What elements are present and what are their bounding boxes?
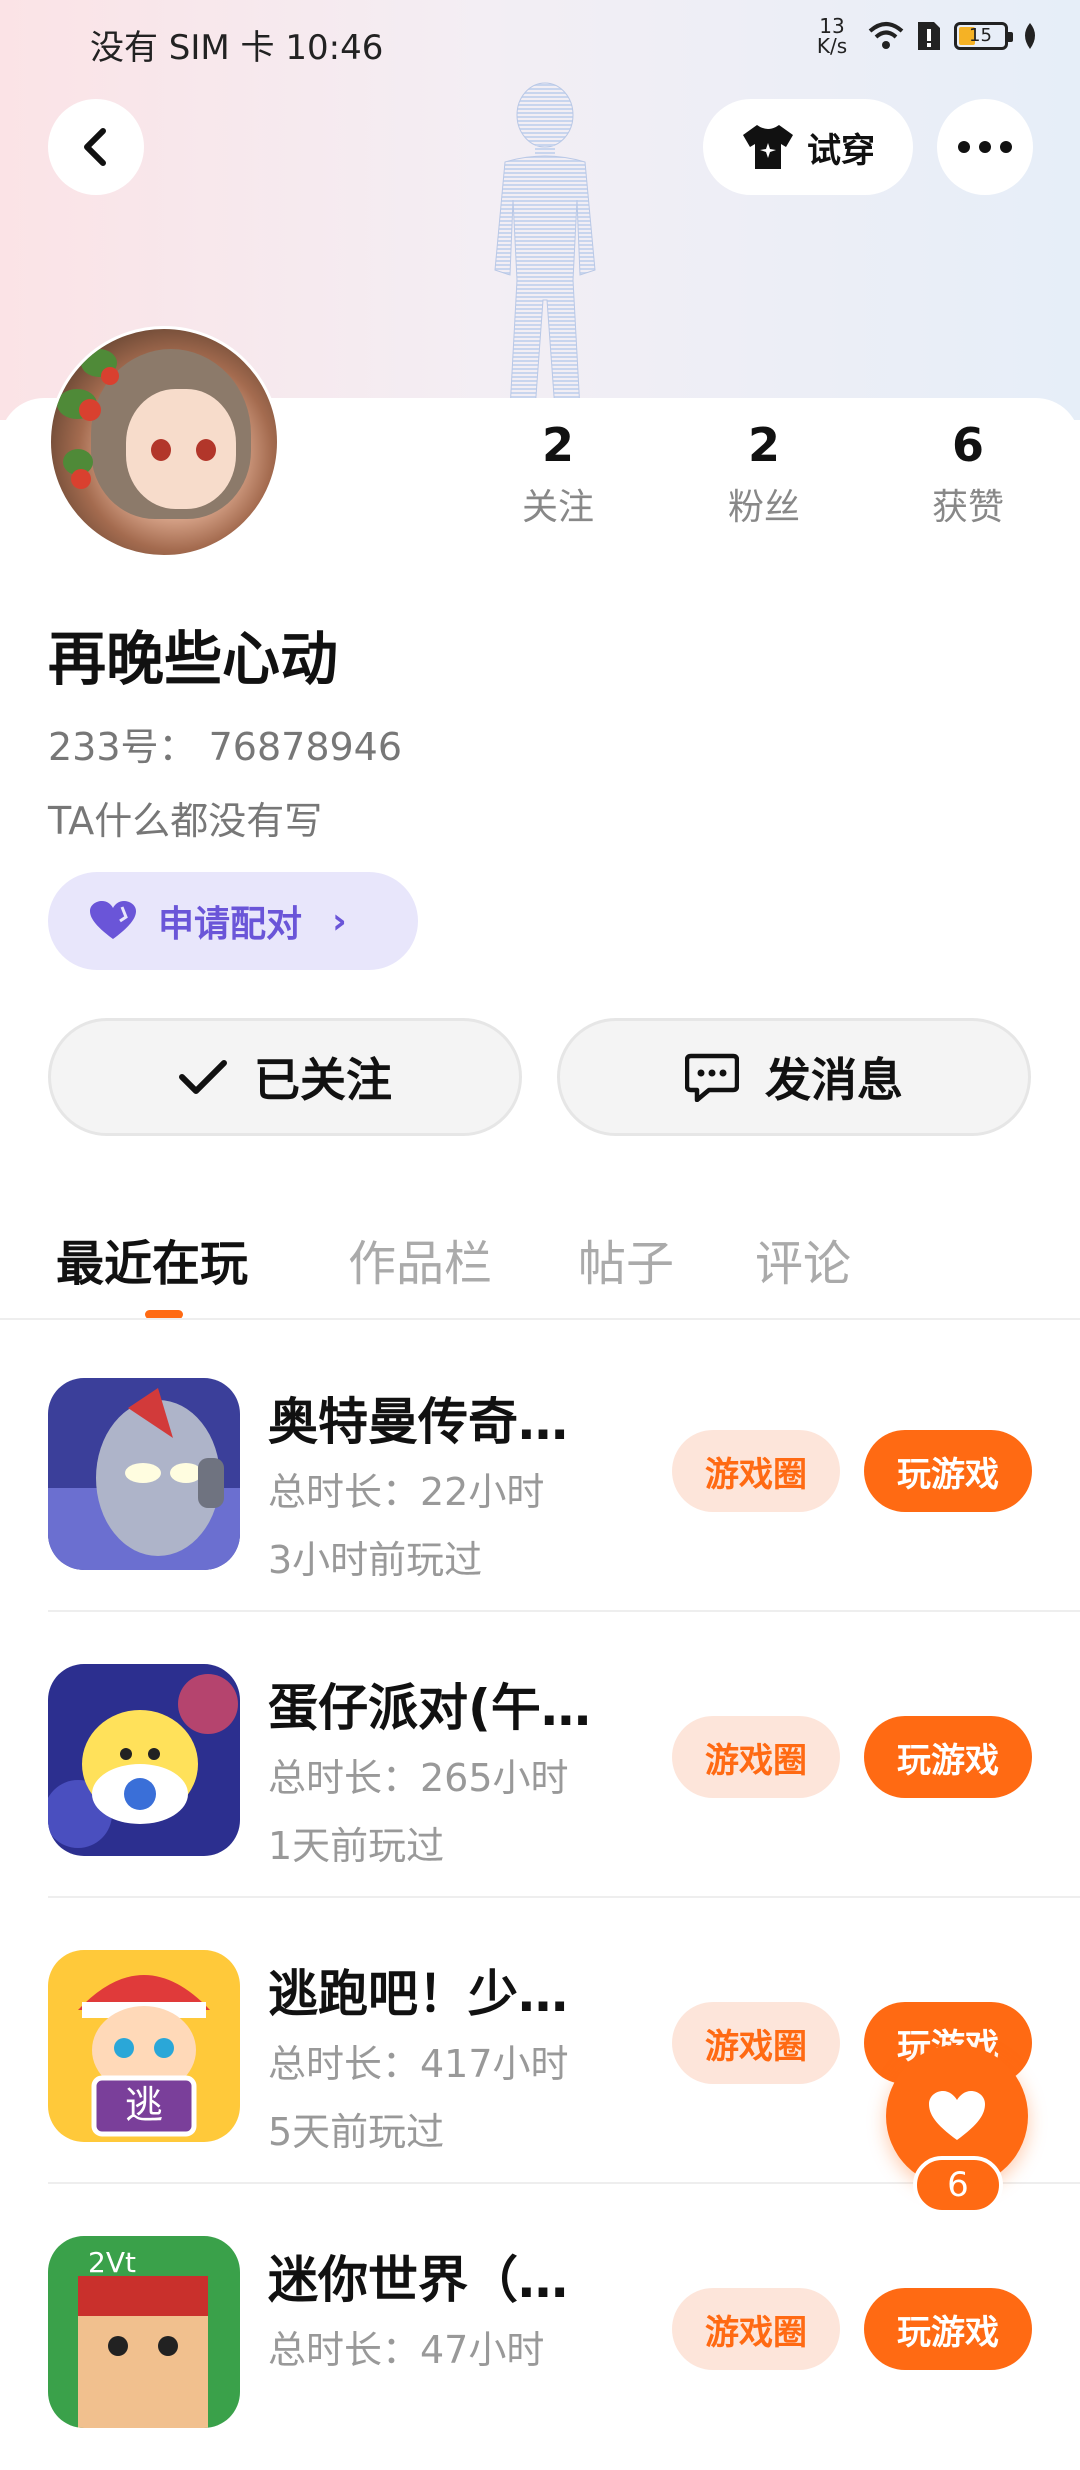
- mini-world-icon: 2Vt: [48, 2236, 240, 2428]
- game-duration: 总时长：22小时: [268, 1470, 545, 1514]
- game-title: 逃跑吧！少…: [268, 1965, 568, 2023]
- game-circle-button[interactable]: 游戏圈: [672, 1716, 840, 1798]
- eggy-party-icon: [48, 1664, 240, 1856]
- tab-comments[interactable]: 评论: [755, 1224, 851, 1294]
- likes-label: 获赞: [931, 487, 1004, 528]
- wifi-icon: [868, 22, 904, 49]
- escape-game-icon: 逃: [48, 1950, 240, 2142]
- avatar-silhouette-figure: [494, 82, 596, 410]
- check-icon: [179, 1060, 227, 1094]
- tab-posts[interactable]: 帖子: [578, 1224, 674, 1294]
- send-message-button[interactable]: 发消息: [557, 1018, 1031, 1136]
- tab-works[interactable]: 作品栏: [348, 1224, 492, 1294]
- game-row[interactable]: 2Vt 迷你世界（… 总时长：47小时 游戏圈 玩游戏: [0, 2184, 1080, 2470]
- game-circle-button[interactable]: 游戏圈: [672, 2288, 840, 2370]
- game-title: 奥特曼传奇…: [268, 1393, 568, 1451]
- profile-nickname: 再晚些心动: [48, 625, 339, 693]
- ultraman-icon: [48, 1378, 240, 1570]
- game-circle-button[interactable]: 游戏圈: [672, 1430, 840, 1512]
- play-game-button[interactable]: 玩游戏: [864, 2288, 1032, 2370]
- stat-followers[interactable]: 2 粉丝: [694, 418, 834, 530]
- game-title: 蛋仔派对(午…: [268, 1679, 591, 1737]
- like-count-badge: 6: [913, 2156, 1003, 2214]
- stat-following[interactable]: 2 关注: [488, 418, 628, 530]
- game-last-played: 5天前玩过: [268, 2110, 445, 2154]
- followers-label: 粉丝: [727, 487, 800, 528]
- tshirt-icon: [743, 125, 793, 169]
- heart-pair-icon: [90, 901, 136, 939]
- likes-count: 6: [951, 418, 984, 472]
- request-pair-button[interactable]: 申请配对 ›: [48, 872, 418, 970]
- game-duration: 总时长：417小时: [268, 2042, 569, 2086]
- more-dots-icon: [958, 141, 1012, 153]
- game-duration: 总时长：47小时: [268, 2328, 545, 2372]
- send-message-label: 发消息: [765, 1053, 903, 1107]
- try-on-label: 试穿: [807, 130, 875, 171]
- svg-text:2Vt: 2Vt: [88, 2246, 136, 2279]
- profile-bio: TA什么都没有写: [48, 799, 323, 843]
- leaf-icon: [1025, 23, 1035, 49]
- network-speed: 13 K/s: [816, 14, 848, 58]
- sim-alert-icon: [918, 22, 940, 50]
- tabs-divider: [0, 1318, 1080, 1320]
- followers-count: 2: [747, 418, 780, 472]
- followed-label: 已关注: [254, 1053, 392, 1107]
- chat-bubble-icon: [685, 1053, 739, 1102]
- game-last-played: 1天前玩过: [268, 1824, 445, 1868]
- play-game-button[interactable]: 玩游戏: [864, 1716, 1032, 1798]
- following-count: 2: [541, 418, 574, 472]
- status-bar: 没有 SIM 卡 10:46 13 K/s 15: [0, 0, 1080, 84]
- tab-recently-played[interactable]: 最近在玩: [56, 1224, 248, 1294]
- game-duration: 总时长：265小时: [268, 1756, 569, 1800]
- back-arrow-icon: [84, 128, 106, 166]
- profile-uid: 233号： 76878946: [48, 725, 403, 769]
- heart-icon: [929, 2091, 985, 2140]
- game-circle-button[interactable]: 游戏圈: [672, 2002, 840, 2084]
- following-label: 关注: [521, 487, 594, 528]
- followed-button[interactable]: 已关注: [48, 1018, 522, 1136]
- game-row[interactable]: 奥特曼传奇… 总时长：22小时 3小时前玩过 游戏圈 玩游戏: [0, 1326, 1080, 1612]
- back-button[interactable]: [48, 99, 144, 195]
- request-pair-label: 申请配对: [158, 904, 303, 945]
- more-options-button[interactable]: [937, 99, 1033, 195]
- status-time-carrier: 没有 SIM 卡 10:46: [90, 28, 384, 68]
- game-last-played: 3小时前玩过: [268, 1538, 483, 1582]
- profile-tabs: 最近在玩 作品栏 帖子 评论: [0, 1212, 1080, 1320]
- avatar[interactable]: [48, 326, 280, 558]
- game-title: 迷你世界（…: [268, 2251, 568, 2309]
- try-on-button[interactable]: 试穿: [703, 99, 913, 195]
- stat-likes[interactable]: 6 获赞: [898, 418, 1038, 530]
- battery-indicator: 15: [954, 22, 1013, 50]
- svg-text:逃: 逃: [125, 2083, 163, 2127]
- game-row[interactable]: 蛋仔派对(午… 总时长：265小时 1天前玩过 游戏圈 玩游戏: [0, 1612, 1080, 1898]
- chevron-right-icon: ›: [332, 900, 347, 942]
- play-game-button[interactable]: 玩游戏: [864, 1430, 1032, 1512]
